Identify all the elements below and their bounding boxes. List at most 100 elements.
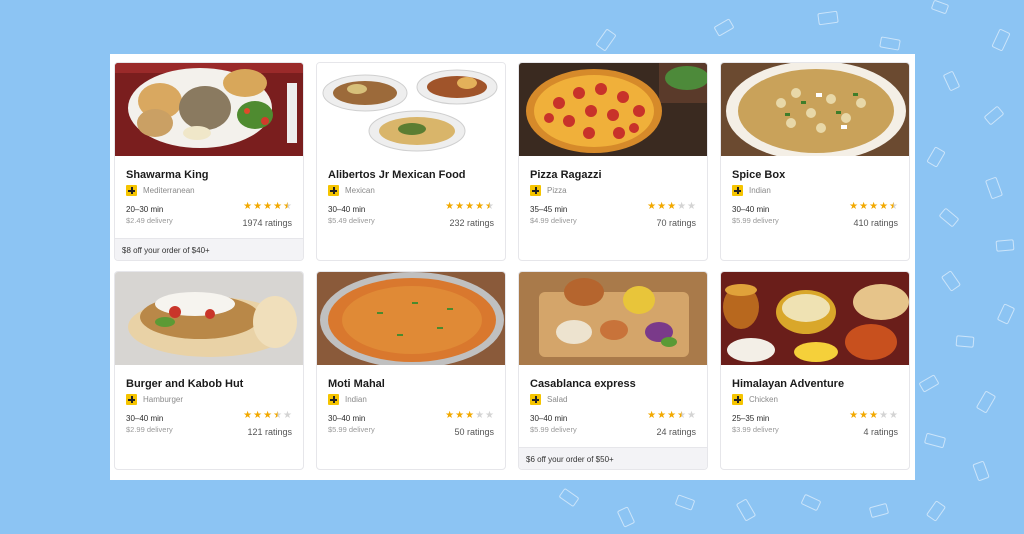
restaurant-listing-panel: Shawarma King Mediterranean 20–30 min $2… (110, 54, 915, 480)
category-label: Pizza (547, 186, 567, 195)
background-confetti (800, 493, 822, 512)
category-label: Chicken (749, 395, 778, 404)
restaurant-name[interactable]: Casablanca express (530, 378, 636, 390)
restaurant-card[interactable]: Alibertos Jr Mexican Food Mexican 30–40 … (316, 62, 506, 261)
star-filled-icon: ★ (253, 410, 263, 421)
star-rating: ★ ★ ★ ★ ★ (849, 202, 898, 212)
restaurant-name[interactable]: Moti Mahal (328, 378, 385, 390)
delivery-time: 30–40 min (328, 414, 366, 423)
star-empty-icon: ★ (475, 410, 485, 421)
delivery-time: 25–35 min (732, 414, 770, 423)
ratings-count: 232 ratings (449, 218, 494, 228)
background-confetti (595, 28, 617, 52)
background-confetti (879, 36, 901, 51)
star-empty-icon: ★ (687, 201, 696, 212)
star-filled-icon: ★ (263, 201, 273, 212)
star-filled-icon: ★ (667, 410, 677, 421)
restaurant-name[interactable]: Spice Box (732, 169, 785, 181)
restaurant-card[interactable]: Casablanca express Salad 30–40 min $5.99… (518, 271, 708, 470)
star-filled-icon: ★ (849, 201, 859, 212)
category-label: Mediterranean (143, 186, 195, 195)
star-empty-icon: ★ (485, 410, 494, 421)
delivery-fee: $5.99 delivery (328, 425, 375, 434)
star-filled-icon: ★ (445, 201, 455, 212)
star-half-icon: ★ (485, 201, 494, 212)
delivery-time: 30–40 min (126, 414, 164, 423)
background-confetti (925, 500, 947, 522)
star-rating: ★ ★ ★ ★ ★ (243, 202, 292, 212)
star-filled-icon: ★ (879, 201, 889, 212)
category-label: Hamburger (143, 395, 184, 404)
background-confetti (972, 460, 990, 482)
star-filled-icon: ★ (657, 201, 667, 212)
star-filled-icon: ★ (455, 201, 465, 212)
delivery-time: 35–45 min (530, 205, 568, 214)
delivery-fee: $5.49 delivery (328, 216, 375, 225)
star-empty-icon: ★ (677, 201, 687, 212)
plus-icon (732, 394, 743, 405)
star-filled-icon: ★ (849, 410, 859, 421)
background-confetti (995, 239, 1015, 252)
restaurant-name[interactable]: Burger and Kabob Hut (126, 378, 243, 390)
star-rating: ★ ★ ★ ★ ★ (243, 411, 292, 421)
restaurant-category: Pizza (530, 185, 567, 196)
restaurant-card[interactable]: Himalayan Adventure Chicken 25–35 min $3… (720, 271, 910, 470)
category-label: Mexican (345, 186, 375, 195)
delivery-fee: $2.49 delivery (126, 216, 173, 225)
background-confetti (983, 105, 1005, 126)
restaurant-category: Indian (732, 185, 771, 196)
restaurant-name[interactable]: Pizza Ragazzi (530, 169, 602, 181)
background-confetti (817, 10, 839, 26)
background-confetti (918, 374, 940, 393)
restaurant-name[interactable]: Alibertos Jr Mexican Food (328, 169, 466, 181)
restaurant-name[interactable]: Shawarma King (126, 169, 209, 181)
star-filled-icon: ★ (243, 410, 253, 421)
star-filled-icon: ★ (869, 410, 879, 421)
restaurant-photo (115, 272, 303, 365)
restaurant-name[interactable]: Himalayan Adventure (732, 378, 844, 390)
ratings-count: 50 ratings (454, 427, 494, 437)
background-confetti (558, 487, 580, 508)
background-confetti (713, 18, 735, 37)
restaurant-photo (519, 272, 707, 365)
star-filled-icon: ★ (475, 201, 485, 212)
background-confetti (674, 494, 696, 511)
star-filled-icon: ★ (455, 410, 465, 421)
delivery-fee: $2.99 delivery (126, 425, 173, 434)
background-confetti (616, 506, 636, 528)
restaurant-card[interactable]: Moti Mahal Indian 30–40 min $5.99 delive… (316, 271, 506, 470)
star-filled-icon: ★ (647, 410, 657, 421)
background-confetti (926, 146, 946, 168)
star-empty-icon: ★ (879, 410, 889, 421)
ratings-count: 410 ratings (853, 218, 898, 228)
ratings-count: 24 ratings (656, 427, 696, 437)
ratings-count: 1974 ratings (242, 218, 292, 228)
restaurant-category: Mediterranean (126, 185, 195, 196)
delivery-fee: $3.99 delivery (732, 425, 779, 434)
restaurant-grid: Shawarma King Mediterranean 20–30 min $2… (114, 62, 910, 470)
promo-banner[interactable]: $8 off your order of $40+ (115, 238, 303, 260)
background-confetti (984, 176, 1004, 200)
ratings-count: 4 ratings (863, 427, 898, 437)
delivery-fee: $5.99 delivery (530, 425, 577, 434)
restaurant-card[interactable]: Burger and Kabob Hut Hamburger 30–40 min… (114, 271, 304, 470)
restaurant-photo (721, 272, 909, 365)
restaurant-category: Salad (530, 394, 567, 405)
restaurant-card[interactable]: Pizza Ragazzi Pizza 35–45 min $4.99 deli… (518, 62, 708, 261)
star-filled-icon: ★ (869, 201, 879, 212)
star-rating: ★ ★ ★ ★ ★ (849, 411, 898, 421)
plus-icon (328, 394, 339, 405)
star-half-icon: ★ (677, 410, 687, 421)
promo-banner[interactable]: $6 off your order of $50+ (519, 447, 707, 469)
restaurant-photo (519, 63, 707, 156)
restaurant-card[interactable]: Spice Box Indian 30–40 min $5.99 deliver… (720, 62, 910, 261)
category-label: Salad (547, 395, 568, 404)
restaurant-photo (317, 272, 505, 365)
restaurant-photo (115, 63, 303, 156)
star-filled-icon: ★ (667, 201, 677, 212)
restaurant-card[interactable]: Shawarma King Mediterranean 20–30 min $2… (114, 62, 304, 261)
background-confetti (975, 390, 997, 414)
background-confetti (923, 432, 947, 449)
category-label: Indian (345, 395, 367, 404)
restaurant-photo (721, 63, 909, 156)
